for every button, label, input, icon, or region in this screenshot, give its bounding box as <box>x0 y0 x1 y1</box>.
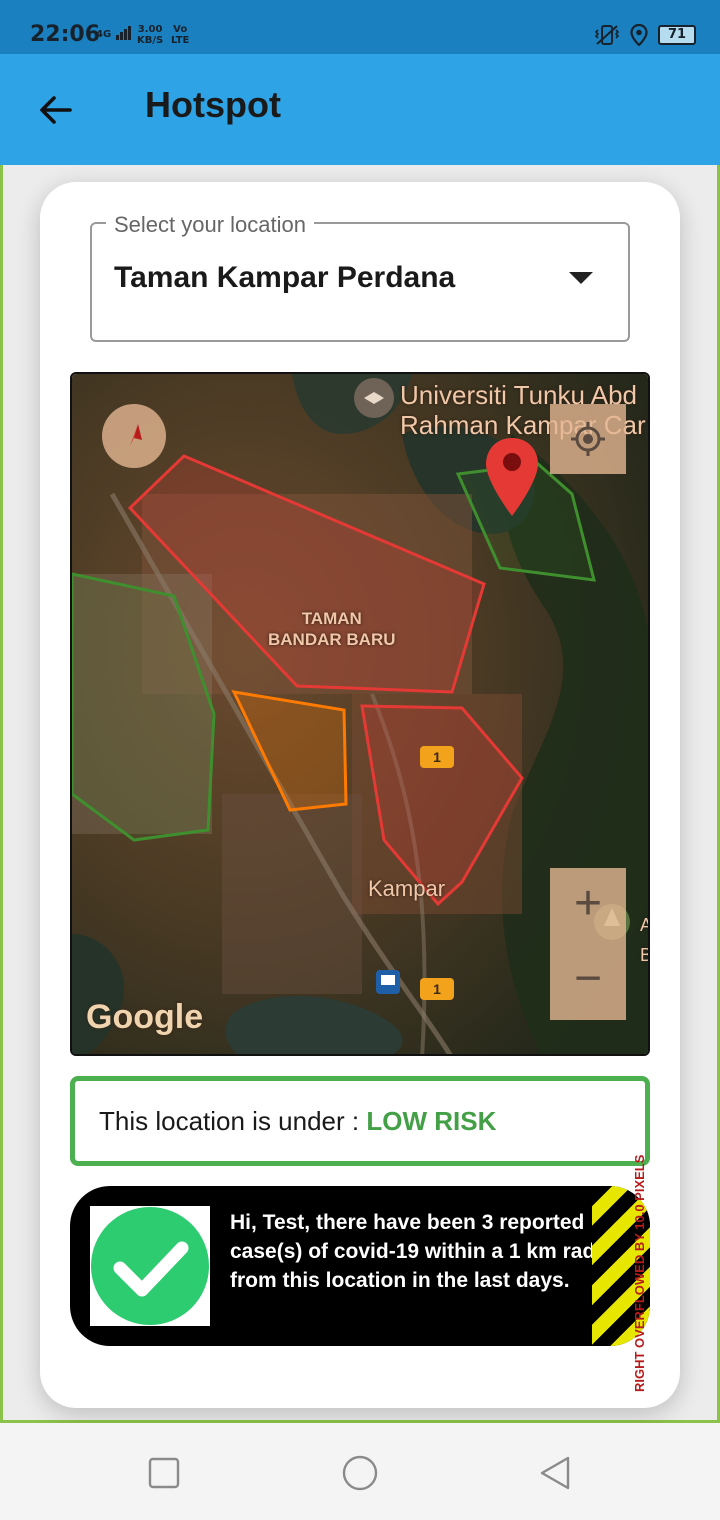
speed-unit: KB/S <box>137 35 164 46</box>
battery-icon: 71 <box>658 25 696 45</box>
recents-icon <box>148 1457 180 1489</box>
network-speed: 3.00 KB/S <box>137 24 163 46</box>
case-message-text: Hi, Test, there have been 3 reported cas… <box>230 1211 626 1292</box>
location-dropdown-label: Select your location <box>106 212 314 238</box>
recents-button[interactable] <box>144 1453 184 1493</box>
risk-status-box: This location is under : LOW RISK <box>70 1076 650 1166</box>
back-button[interactable] <box>34 88 78 132</box>
compass-icon <box>130 424 142 446</box>
risk-prefix: This location is under : <box>99 1106 360 1136</box>
map-view[interactable]: Universiti Tunku Abd Rahman Kampar Car T… <box>70 372 650 1056</box>
map-label-district-line2: BANDAR BARU <box>268 630 396 649</box>
overflow-warning-text: RIGHT OVERFLOWED BY 10.0 PIXELS <box>632 1154 647 1392</box>
route-badge: 1 <box>420 746 454 768</box>
overflow-warning-label: RIGHT OVERFLOWED BY 10.0 PIXELS <box>632 1140 654 1394</box>
chevron-down-icon[interactable] <box>569 272 593 284</box>
system-nav-bar <box>0 1423 720 1520</box>
home-button[interactable] <box>340 1453 380 1493</box>
map-label-district: TAMAN BANDAR BARU <box>268 608 396 650</box>
vibrate-icon <box>594 25 620 45</box>
status-bar: 22:06 4G 3.00 KB/S Vo LTE 71 <box>0 0 720 54</box>
google-logo: Google <box>86 998 204 1036</box>
risk-status-text: This location is under : LOW RISK <box>99 1106 496 1137</box>
page-title: Hotspot <box>145 84 281 125</box>
home-icon <box>342 1455 378 1491</box>
signal-icon <box>115 26 131 40</box>
zoom-in-button[interactable]: + <box>550 868 626 944</box>
nav-back-button[interactable] <box>536 1453 576 1493</box>
app-bar: Hotspot <box>0 54 720 165</box>
map-label-edge-b: B <box>640 940 648 970</box>
my-location-icon <box>571 422 605 456</box>
check-icon-container <box>90 1206 210 1326</box>
volte-bottom: LTE <box>171 35 190 46</box>
volte-indicator: Vo LTE <box>171 24 189 46</box>
network-indicator: 4G <box>96 26 133 40</box>
risk-level: LOW RISK <box>366 1106 497 1136</box>
check-circle-icon <box>91 1207 209 1325</box>
map-label-district-line1: TAMAN <box>301 609 362 628</box>
map-label-edge: A B <box>640 910 648 970</box>
case-message-card: Hi, Test, there have been 3 reported cas… <box>70 1186 650 1346</box>
status-time: 22:06 <box>30 22 101 47</box>
back-icon <box>540 1456 570 1490</box>
speed-value: 3.00 <box>137 24 163 35</box>
my-location-button[interactable] <box>550 404 626 474</box>
location-icon <box>630 24 648 46</box>
map-label-town: Kampar <box>368 876 446 901</box>
map-label-edge-a: A <box>640 910 648 940</box>
arrow-back-icon <box>40 96 72 124</box>
network-type: 4G <box>96 29 112 40</box>
zoom-out-button[interactable]: − <box>550 944 626 1020</box>
location-dropdown-value[interactable]: Taman Kampar Perdana <box>114 261 455 295</box>
volte-top: Vo <box>173 24 188 35</box>
status-right-icons: 71 <box>594 24 696 46</box>
compass-button[interactable] <box>102 404 166 468</box>
route-badge: 1 <box>420 978 454 1000</box>
zoom-controls: + − <box>550 868 626 1020</box>
